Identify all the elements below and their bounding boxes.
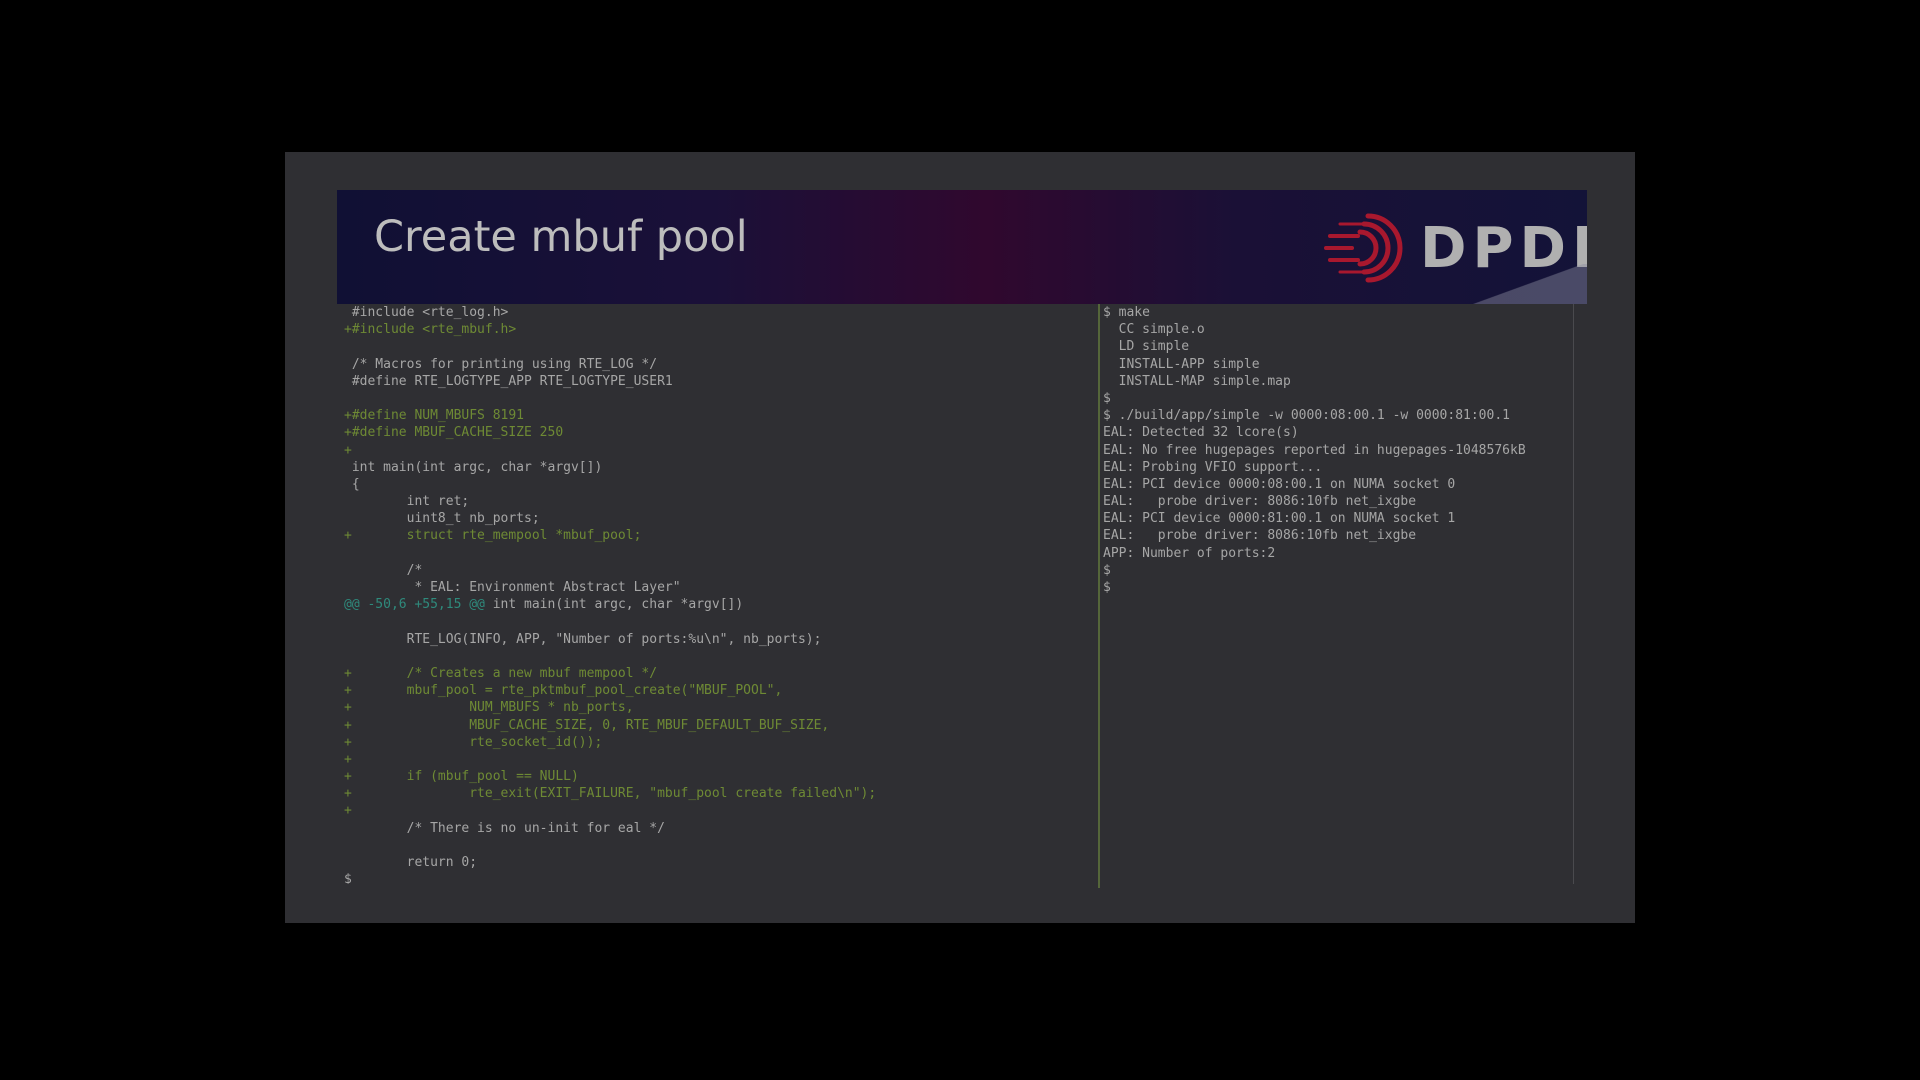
diff-added-line: +#include <rte_mbuf.h> <box>344 322 517 338</box>
code-line: return 0; <box>344 855 478 870</box>
code-line: * EAL: Environment Abstract Layer" <box>344 580 681 595</box>
diff-added-line: + <box>344 442 352 458</box>
terminal-line: APP: Number of ports:2 <box>1103 545 1276 561</box>
terminal-line: INSTALL-APP simple <box>1103 356 1260 372</box>
code-line: int main(int argc, char *argv[]) <box>344 459 603 475</box>
dpdk-logo-icon <box>1324 213 1403 283</box>
code-line: /* <box>344 562 423 578</box>
terminal-pane: $ make CC simple.o LD simple INSTALL-APP… <box>1103 304 1571 884</box>
diff-added-line: +#define MBUF_CACHE_SIZE 250 <box>344 425 564 441</box>
diff-added-line: + MBUF_CACHE_SIZE, 0, RTE_MBUF_DEFAULT_B… <box>344 717 830 733</box>
pane-divider[interactable] <box>1098 304 1100 888</box>
code-line: int ret; <box>344 494 470 510</box>
code-line: #include <rte_log.h> <box>344 305 509 320</box>
terminal-line: EAL: Detected 32 lcore(s) <box>1103 425 1299 441</box>
code-line: $ <box>344 872 352 884</box>
hunk-range: @@ -50,6 +55,15 @@ <box>344 597 485 613</box>
terminal-line: EAL: No free hugepages reported in hugep… <box>1103 442 1526 458</box>
terminal-line: EAL: PCI device 0000:81:00.1 on NUMA soc… <box>1103 511 1456 527</box>
code-line: RTE_LOG(INFO, APP, "Number of ports:%u\n… <box>344 631 822 647</box>
code-diff-pane: #include <rte_log.h> +#include <rte_mbuf.… <box>344 304 1096 884</box>
terminal-line: EAL: Probing VFIO support... <box>1103 459 1323 475</box>
terminal-line: EAL: PCI device 0000:08:00.1 on NUMA soc… <box>1103 476 1456 492</box>
diff-added-line: + mbuf_pool = rte_pktmbuf_pool_create("M… <box>344 683 783 699</box>
diff-added-line: + <box>344 803 352 819</box>
slide-header: Create mbuf pool DPDK <box>337 190 1587 304</box>
terminal-line: INSTALL-MAP simple.map <box>1103 373 1291 389</box>
code-line: #define RTE_LOGTYPE_APP RTE_LOGTYPE_USER… <box>344 373 673 389</box>
code-line: /* There is no un-init for eal */ <box>344 820 665 836</box>
slide-title: Create mbuf pool <box>374 212 748 262</box>
terminal-line: EAL: probe driver: 8086:10fb net_ixgbe <box>1103 528 1417 544</box>
diff-hunk-header: @@ -50,6 +55,15 @@ int main(int argc, ch… <box>344 597 744 613</box>
code-line: uint8_t nb_ports; <box>344 511 540 527</box>
terminal-line: $ make <box>1103 305 1150 320</box>
diff-added-line: +#define NUM_MBUFS 8191 <box>344 408 525 424</box>
code-line: /* Macros for printing using RTE_LOG */ <box>344 356 658 372</box>
terminal-right-border <box>1573 304 1574 884</box>
terminal-line: EAL: probe driver: 8086:10fb net_ixgbe <box>1103 494 1417 510</box>
presentation-slide: Create mbuf pool DPDK #include <rte_log.… <box>285 152 1635 923</box>
terminal-line: $ <box>1103 390 1111 406</box>
terminal-line: CC simple.o <box>1103 322 1205 338</box>
terminal-line: $ <box>1103 580 1111 595</box>
terminal-line: LD simple <box>1103 339 1190 355</box>
diff-added-line: + <box>344 751 352 767</box>
diff-added-line: + if (mbuf_pool == NULL) <box>344 769 579 785</box>
diff-added-line: + rte_socket_id()); <box>344 734 603 750</box>
diff-added-line: + rte_exit(EXIT_FAILURE, "mbuf_pool crea… <box>344 786 877 802</box>
header-corner-accent <box>1467 264 1587 304</box>
diff-added-line: + struct rte_mempool *mbuf_pool; <box>344 528 642 544</box>
terminal-line: $ ./build/app/simple -w 0000:08:00.1 -w … <box>1103 408 1510 424</box>
diff-added-line: + NUM_MBUFS * nb_ports, <box>344 700 634 716</box>
code-line: { <box>344 476 360 492</box>
terminal-line: $ <box>1103 562 1111 578</box>
diff-added-line: + /* Creates a new mbuf mempool */ <box>344 665 658 681</box>
